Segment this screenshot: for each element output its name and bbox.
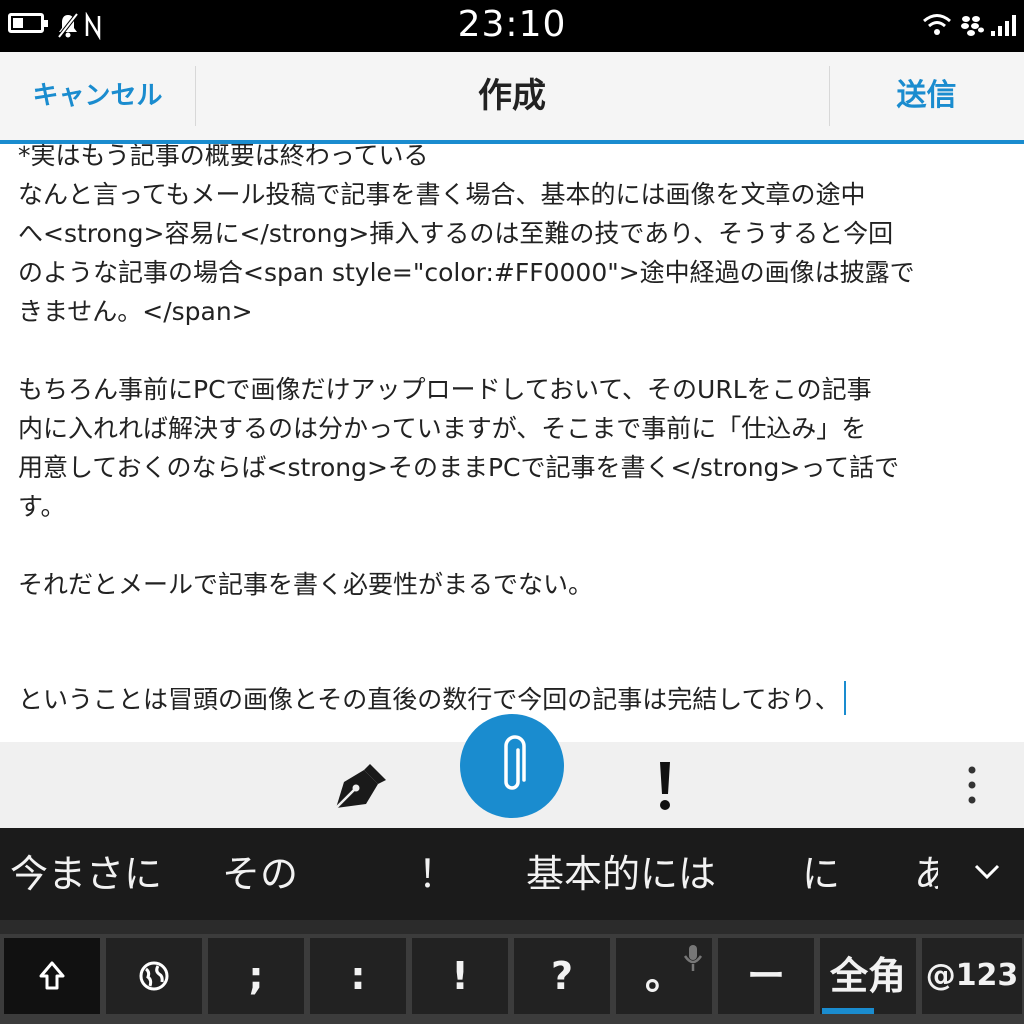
language-key[interactable]	[106, 938, 202, 1014]
semicolon-key[interactable]: ;	[208, 938, 304, 1014]
fullwidth-key-label: 全角	[829, 954, 906, 998]
shift-key[interactable]	[4, 938, 100, 1014]
keyboard-row: ; : ! ? 。 ー 全角 @123	[0, 934, 1024, 1024]
status-bar: 23:10	[0, 0, 1024, 52]
candidate-item[interactable]: 基本的には	[526, 828, 716, 920]
body-line: す。	[18, 492, 66, 521]
blackberry-icon	[961, 16, 984, 36]
more-icon[interactable]	[962, 764, 982, 808]
wifi-icon	[923, 14, 951, 35]
candidate-bar: 今まさに その ！ 基本的には に ありが	[0, 828, 1024, 920]
candidate-item[interactable]: 今まさに	[10, 828, 162, 920]
candidate-item[interactable]: に	[802, 828, 840, 920]
text-cursor	[843, 681, 846, 715]
signal-icon	[991, 15, 1016, 36]
body-line: のような記事の場合<span style="color:#FF0000">途中経…	[18, 258, 915, 287]
candidate-item[interactable]: その	[222, 828, 298, 920]
period-key-label: 。	[644, 954, 683, 998]
title-bar: キャンセル 作成 送信	[0, 52, 1024, 144]
message-body[interactable]: *実はもう記事の概要は終わっている なんと言ってもメール投稿で記事を書く場合、基…	[0, 144, 1024, 742]
exclamation-key[interactable]: !	[412, 938, 508, 1014]
active-indicator	[822, 1008, 874, 1014]
period-key[interactable]: 。	[616, 938, 712, 1014]
priority-icon[interactable]	[650, 760, 680, 814]
globe-icon	[139, 961, 169, 991]
body-line: 用意しておくのならば<strong>そのままPCで記事を書く</strong>っ…	[18, 453, 900, 482]
colon-key[interactable]: :	[310, 938, 406, 1014]
candidate-item[interactable]: ！	[418, 828, 456, 920]
body-line: なんと言ってもメール投稿で記事を書く場合、基本的には画像を文章の途中	[18, 180, 866, 209]
question-key[interactable]: ?	[514, 938, 610, 1014]
shift-icon	[39, 961, 65, 990]
body-line: 内に入れれば解決するのは分かっていますが、そこまで事前に「仕込み」を	[18, 414, 867, 443]
body-line: もちろん事前にPCで画像だけアップロードしておいて、そのURLをこの記事	[18, 375, 872, 404]
body-line: へ<strong>容易に</strong>挿入するのは至難の技であり、そうすると…	[18, 219, 894, 248]
attach-button[interactable]	[460, 714, 564, 818]
attachment-icon	[504, 735, 526, 790]
body-line-text: ということは冒頭の画像とその直後の数行で今回の記事は完結しており、	[18, 685, 840, 714]
pen-icon[interactable]	[330, 762, 390, 812]
keyboard-separator	[0, 920, 1024, 934]
mic-icon	[683, 945, 703, 971]
body-line: きません。</span>	[18, 297, 253, 326]
page-title: 作成	[478, 76, 546, 116]
expand-candidates-button[interactable]	[938, 828, 1024, 920]
cancel-button[interactable]: キャンセル	[0, 52, 195, 140]
send-button[interactable]: 送信	[829, 52, 1024, 140]
long-vowel-key[interactable]: ー	[718, 938, 814, 1014]
fullwidth-key[interactable]: 全角	[820, 938, 916, 1014]
body-line: それだとメールで記事を書く必要性がまるでない。	[18, 570, 594, 599]
chevron-down-icon	[974, 864, 1000, 880]
status-clock: 23:10	[457, 4, 567, 45]
symbols-key[interactable]: @123	[922, 938, 1022, 1014]
body-line: *実はもう記事の概要は終わっている	[18, 144, 429, 170]
